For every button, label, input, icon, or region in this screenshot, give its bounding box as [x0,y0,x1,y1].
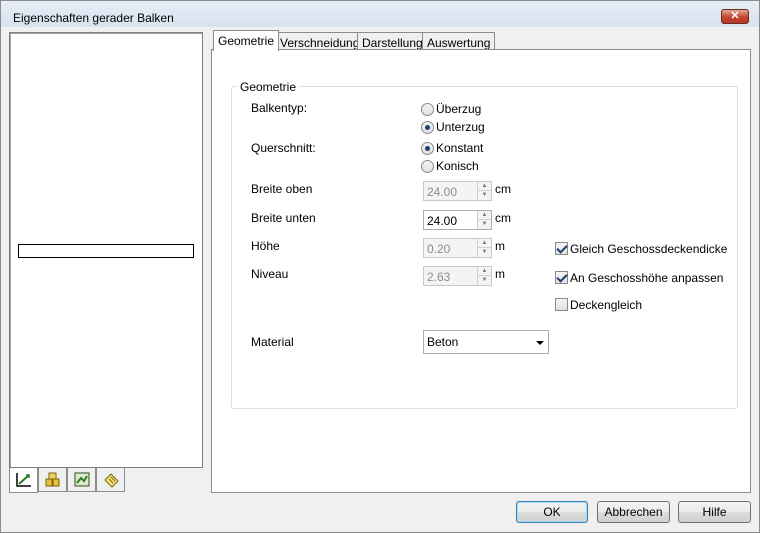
niveau-label: Niveau [251,267,289,281]
checkbox-gleich-geschossdeckendicke[interactable] [555,242,568,255]
building-blocks-icon [45,472,60,487]
building-blocks-tab[interactable] [38,468,67,492]
radio-ueberzug-label[interactable]: Überzug [436,102,481,116]
note-pad-tab[interactable] [96,468,125,492]
spin-down-icon: ▼ [477,276,491,285]
chevron-down-icon [536,341,544,345]
breite-oben-value: 24.00 [427,185,458,199]
tab-content-panel: Geometrie Balkentyp: Überzug Unterzug Qu… [211,49,751,493]
ok-button[interactable]: OK [516,501,588,523]
checkbox-an-geschosshoehe-anpassen[interactable] [555,271,568,284]
breite-unten-unit: cm [495,211,511,225]
hoehe-unit: m [495,239,505,253]
group-legend: Geometrie [237,80,300,94]
layer-image-tab[interactable] [67,468,96,492]
breite-unten-value[interactable]: 24.00 [427,214,457,228]
spin-up-icon: ▲ [477,239,491,248]
radio-konisch[interactable] [421,160,434,173]
breite-unten-label: Breite unten [251,211,316,225]
spin-up-icon: ▲ [477,182,491,191]
preview-panel [9,32,203,468]
dialog-client-area: Geometrie Verschneidung Darstellung Ausw… [2,27,758,532]
help-button[interactable]: Hilfe [678,501,751,523]
tab-geometrie[interactable]: Geometrie [213,30,280,51]
spin-up-icon: ▲ [477,267,491,276]
radio-konisch-label[interactable]: Konisch [436,159,479,173]
material-select[interactable]: Beton [423,330,549,354]
balkentyp-label: Balkentyp: [251,101,308,115]
niveau-value: 2.63 [427,270,451,284]
niveau-unit: m [495,267,505,281]
layer-image-icon [74,472,90,487]
checkbox-gleich-geschossdeckendicke-label[interactable]: Gleich Geschossdeckendicke [570,242,727,256]
material-label: Material [251,335,294,349]
breite-oben-unit: cm [495,182,511,196]
hoehe-value: 0.20 [427,242,451,256]
dimension-tool-tab[interactable] [9,468,38,493]
spin-down-icon: ▼ [477,191,491,200]
querschnitt-label: Querschnitt: [251,141,316,155]
radio-unterzug[interactable] [421,121,434,134]
checkbox-deckengleich[interactable] [555,298,568,311]
hoehe-spinner: 0.20 ▲ ▼ [423,238,492,258]
window-title: Eigenschaften gerader Balken [13,11,174,25]
note-pad-icon [104,473,119,488]
radio-konstant[interactable] [421,142,434,155]
title-bar: Eigenschaften gerader Balken ✕ [1,1,759,27]
dialog-window: Eigenschaften gerader Balken ✕ Geometrie… [0,0,760,533]
material-value: Beton [427,335,459,349]
breite-unten-spinner[interactable]: 24.00 ▲ ▼ [423,210,492,230]
spin-up-icon[interactable]: ▲ [477,211,491,220]
niveau-spinner: 2.63 ▲ ▼ [423,266,492,286]
radio-konstant-label[interactable]: Konstant [436,141,483,155]
checkbox-an-geschosshoehe-anpassen-label[interactable]: An Geschosshöhe anpassen [570,271,723,285]
close-button[interactable]: ✕ [721,9,749,24]
checkbox-deckengleich-label[interactable]: Deckengleich [570,298,642,312]
spin-down-icon: ▼ [477,248,491,257]
breite-oben-spinner: 24.00 ▲ ▼ [423,181,492,201]
breite-oben-label: Breite oben [251,182,313,196]
radio-ueberzug[interactable] [421,103,434,116]
spin-down-icon[interactable]: ▼ [477,220,491,229]
cancel-button[interactable]: Abbrechen [597,501,670,523]
hoehe-label: Höhe [251,239,280,253]
radio-unterzug-label[interactable]: Unterzug [436,120,485,134]
beam-preview-shape [18,244,194,258]
dimension-tool-icon [16,473,31,487]
